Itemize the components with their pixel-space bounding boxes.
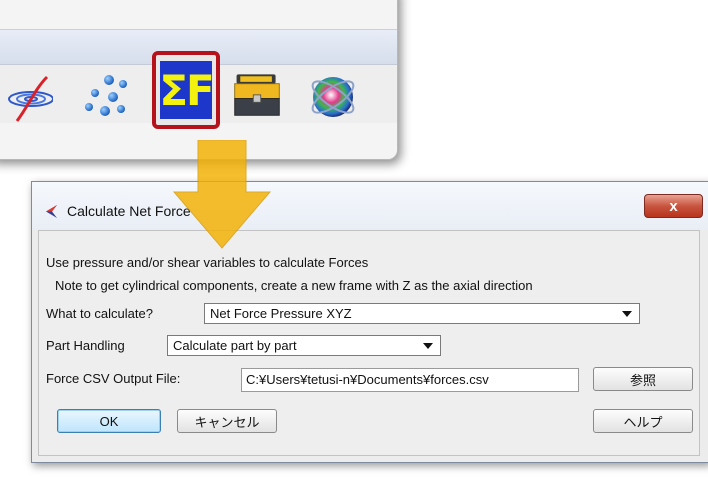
dialog-titlebar: Calculate Net Force x (32, 182, 708, 230)
scatter-dots-icon[interactable] (83, 71, 135, 123)
app-logo-icon (46, 205, 57, 218)
chevron-down-icon (423, 343, 433, 349)
csv-output-label: Force CSV Output File: (46, 371, 181, 386)
calculate-net-force-dialog: Calculate Net Force x Use pressure and/o… (31, 181, 708, 463)
close-button[interactable]: x (644, 194, 703, 218)
part-handling-value: Calculate part by part (173, 338, 297, 353)
toolbar-panel: ΣF (0, 0, 398, 160)
description-text: Use pressure and/or shear variables to c… (46, 255, 369, 270)
csv-output-field[interactable]: C:¥Users¥tetusi-n¥Documents¥forces.csv (241, 368, 579, 392)
chevron-down-icon (622, 311, 632, 317)
what-to-calculate-value: Net Force Pressure XYZ (210, 306, 352, 321)
part-handling-label: Part Handling (46, 338, 125, 353)
browse-button[interactable]: 参照 (593, 367, 693, 391)
what-to-calculate-select[interactable]: Net Force Pressure XYZ (204, 303, 640, 324)
dialog-content: Use pressure and/or shear variables to c… (38, 230, 700, 456)
ok-button[interactable]: OK (57, 409, 161, 433)
color-sphere-icon[interactable] (307, 69, 359, 121)
help-button[interactable]: ヘルプ (593, 409, 693, 433)
part-handling-select[interactable]: Calculate part by part (167, 335, 441, 356)
toolbox-icon[interactable] (231, 67, 283, 119)
note-text: Note to get cylindrical components, crea… (55, 278, 533, 293)
orbit-icon[interactable] (1, 71, 53, 123)
sigma-force-icon: ΣF (159, 61, 215, 119)
sigma-force-button[interactable]: ΣF (152, 51, 220, 129)
cancel-button[interactable]: キャンセル (177, 409, 277, 433)
what-to-calculate-label: What to calculate? (46, 306, 153, 321)
down-arrow-icon (172, 140, 272, 249)
